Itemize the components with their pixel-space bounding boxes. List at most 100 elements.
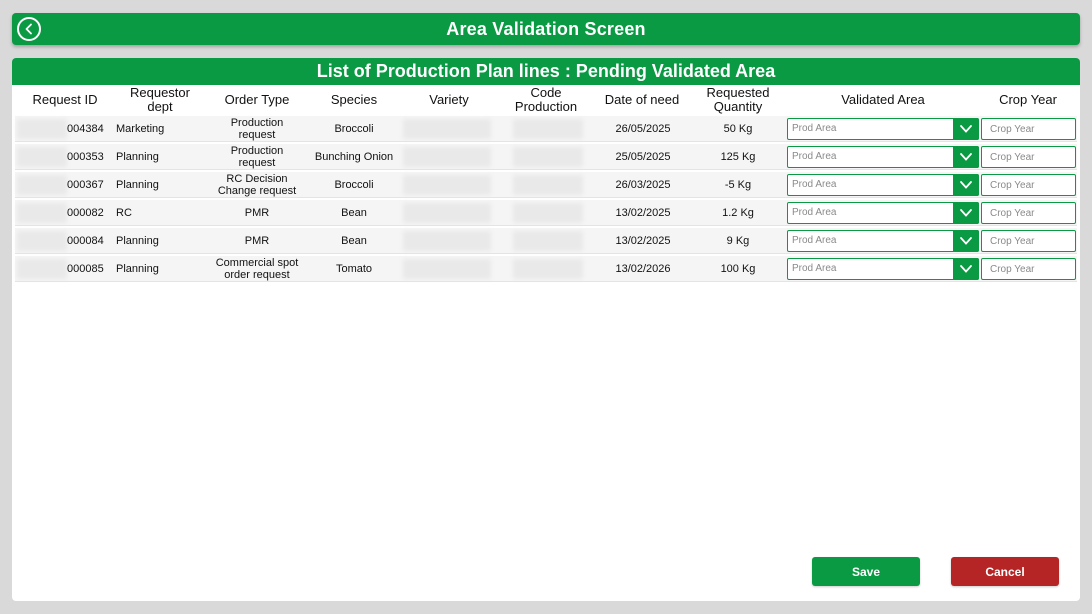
request-id-cell: 000367 bbox=[67, 179, 104, 191]
order-type-cell: PMR bbox=[244, 235, 270, 247]
header-bar: Area Validation Screen bbox=[12, 13, 1080, 45]
order-type-cell: PMR bbox=[244, 207, 270, 219]
date-cell: 13/02/2025 bbox=[615, 235, 671, 247]
dept-cell: RC bbox=[116, 207, 132, 219]
redacted-id-prefix bbox=[17, 203, 67, 223]
order-type-cell: RC Decision Change request bbox=[217, 173, 297, 197]
redacted-code-production bbox=[513, 231, 583, 251]
crop-year-input[interactable] bbox=[981, 118, 1076, 140]
table-header: Request ID Requestor dept Order Type Spe… bbox=[12, 85, 1080, 115]
page-title: Area Validation Screen bbox=[446, 18, 646, 39]
crop-year-input[interactable] bbox=[981, 258, 1076, 280]
table-row[interactable]: 000084 Planning PMR Bean 13/02/2025 9 Kg… bbox=[15, 228, 1077, 254]
species-cell: Bean bbox=[341, 207, 367, 219]
dept-cell: Planning bbox=[116, 263, 159, 275]
dropdown-toggle[interactable] bbox=[953, 146, 979, 168]
redacted-id-prefix bbox=[17, 147, 67, 167]
redacted-variety bbox=[403, 175, 491, 195]
dropdown-placeholder: Prod Area bbox=[792, 151, 837, 162]
redacted-variety bbox=[403, 147, 491, 167]
order-type-cell: Production request bbox=[230, 145, 284, 169]
dropdown-toggle[interactable] bbox=[953, 202, 979, 224]
quantity-cell: 9 Kg bbox=[726, 235, 750, 247]
date-cell: 13/02/2025 bbox=[615, 207, 671, 219]
col-header-crop-year: Crop Year bbox=[999, 92, 1057, 107]
order-type-cell: Commercial spot order request bbox=[215, 257, 299, 281]
production-plan-panel: List of Production Plan lines : Pending … bbox=[12, 58, 1080, 601]
panel-title-bar: List of Production Plan lines : Pending … bbox=[12, 58, 1080, 85]
quantity-cell: 100 Kg bbox=[720, 263, 756, 275]
quantity-cell: -5 Kg bbox=[724, 179, 752, 191]
back-button[interactable] bbox=[17, 17, 41, 41]
redacted-variety bbox=[403, 203, 491, 223]
chevron-down-icon bbox=[960, 209, 972, 217]
crop-year-input[interactable] bbox=[981, 146, 1076, 168]
species-cell: Bean bbox=[341, 235, 367, 247]
validated-area-dropdown[interactable]: Prod Area bbox=[787, 146, 979, 168]
cancel-button[interactable]: Cancel bbox=[951, 557, 1059, 586]
dropdown-toggle[interactable] bbox=[953, 174, 979, 196]
crop-year-input[interactable] bbox=[981, 174, 1076, 196]
col-header-validated-area: Validated Area bbox=[841, 92, 925, 107]
chevron-down-icon bbox=[960, 181, 972, 189]
redacted-id-prefix bbox=[17, 231, 67, 251]
crop-year-input[interactable] bbox=[981, 202, 1076, 224]
panel-title: List of Production Plan lines : Pending … bbox=[316, 61, 776, 81]
redacted-code-production bbox=[513, 203, 583, 223]
dropdown-toggle[interactable] bbox=[953, 258, 979, 280]
redacted-variety bbox=[403, 119, 491, 139]
species-cell: Broccoli bbox=[334, 123, 374, 135]
redacted-code-production bbox=[513, 119, 583, 139]
crop-year-input[interactable] bbox=[981, 230, 1076, 252]
col-header-date-of-need: Date of need bbox=[604, 92, 680, 107]
redacted-id-prefix bbox=[17, 119, 67, 139]
date-cell: 26/05/2025 bbox=[615, 123, 671, 135]
redacted-code-production bbox=[513, 175, 583, 195]
validated-area-dropdown[interactable]: Prod Area bbox=[787, 258, 979, 280]
dropdown-placeholder: Prod Area bbox=[792, 263, 837, 274]
dropdown-toggle[interactable] bbox=[953, 118, 979, 140]
table-row[interactable]: 000367 Planning RC Decision Change reque… bbox=[15, 172, 1077, 198]
col-header-code-production: Code Production bbox=[514, 85, 578, 114]
chevron-down-icon bbox=[960, 125, 972, 133]
request-id-cell: 000084 bbox=[67, 235, 104, 247]
dropdown-placeholder: Prod Area bbox=[792, 235, 837, 246]
dept-cell: Marketing bbox=[116, 123, 165, 135]
redacted-id-prefix bbox=[17, 175, 67, 195]
quantity-cell: 1.2 Kg bbox=[722, 207, 754, 219]
chevron-down-icon bbox=[960, 265, 972, 273]
save-button[interactable]: Save bbox=[812, 557, 920, 586]
col-header-requestor-dept: Requestor dept bbox=[130, 85, 190, 114]
col-header-variety: Variety bbox=[429, 92, 469, 107]
species-cell: Bunching Onion bbox=[314, 151, 394, 163]
request-id-cell: 000085 bbox=[67, 263, 104, 275]
chevron-down-icon bbox=[960, 153, 972, 161]
redacted-code-production bbox=[513, 259, 583, 279]
quantity-cell: 50 Kg bbox=[723, 123, 753, 135]
redacted-id-prefix bbox=[17, 259, 67, 279]
col-header-order-type: Order Type bbox=[224, 92, 290, 107]
dept-cell: Planning bbox=[116, 235, 159, 247]
table-row[interactable]: 000082 RC PMR Bean 13/02/2025 1.2 Kg Pro… bbox=[15, 200, 1077, 226]
redacted-variety bbox=[403, 259, 491, 279]
request-id-cell: 004384 bbox=[67, 123, 104, 135]
chevron-left-icon bbox=[25, 23, 32, 35]
validated-area-dropdown[interactable]: Prod Area bbox=[787, 118, 979, 140]
validated-area-dropdown[interactable]: Prod Area bbox=[787, 230, 979, 252]
date-cell: 13/02/2026 bbox=[615, 263, 671, 275]
validated-area-dropdown[interactable]: Prod Area bbox=[787, 174, 979, 196]
table-row[interactable]: 000085 Planning Commercial spot order re… bbox=[15, 256, 1077, 282]
request-id-cell: 000082 bbox=[67, 207, 104, 219]
validated-area-dropdown[interactable]: Prod Area bbox=[787, 202, 979, 224]
order-type-cell: Production request bbox=[230, 117, 284, 141]
request-id-cell: 000353 bbox=[67, 151, 104, 163]
dropdown-toggle[interactable] bbox=[953, 230, 979, 252]
date-cell: 25/05/2025 bbox=[615, 151, 671, 163]
dept-cell: Planning bbox=[116, 151, 159, 163]
table-row[interactable]: 000353 Planning Production request Bunch… bbox=[15, 144, 1077, 170]
col-header-requested-quantity: Requested Quantity bbox=[706, 85, 770, 114]
dropdown-placeholder: Prod Area bbox=[792, 207, 837, 218]
quantity-cell: 125 Kg bbox=[720, 151, 756, 163]
redacted-variety bbox=[403, 231, 491, 251]
table-row[interactable]: 004384 Marketing Production request Broc… bbox=[15, 116, 1077, 142]
